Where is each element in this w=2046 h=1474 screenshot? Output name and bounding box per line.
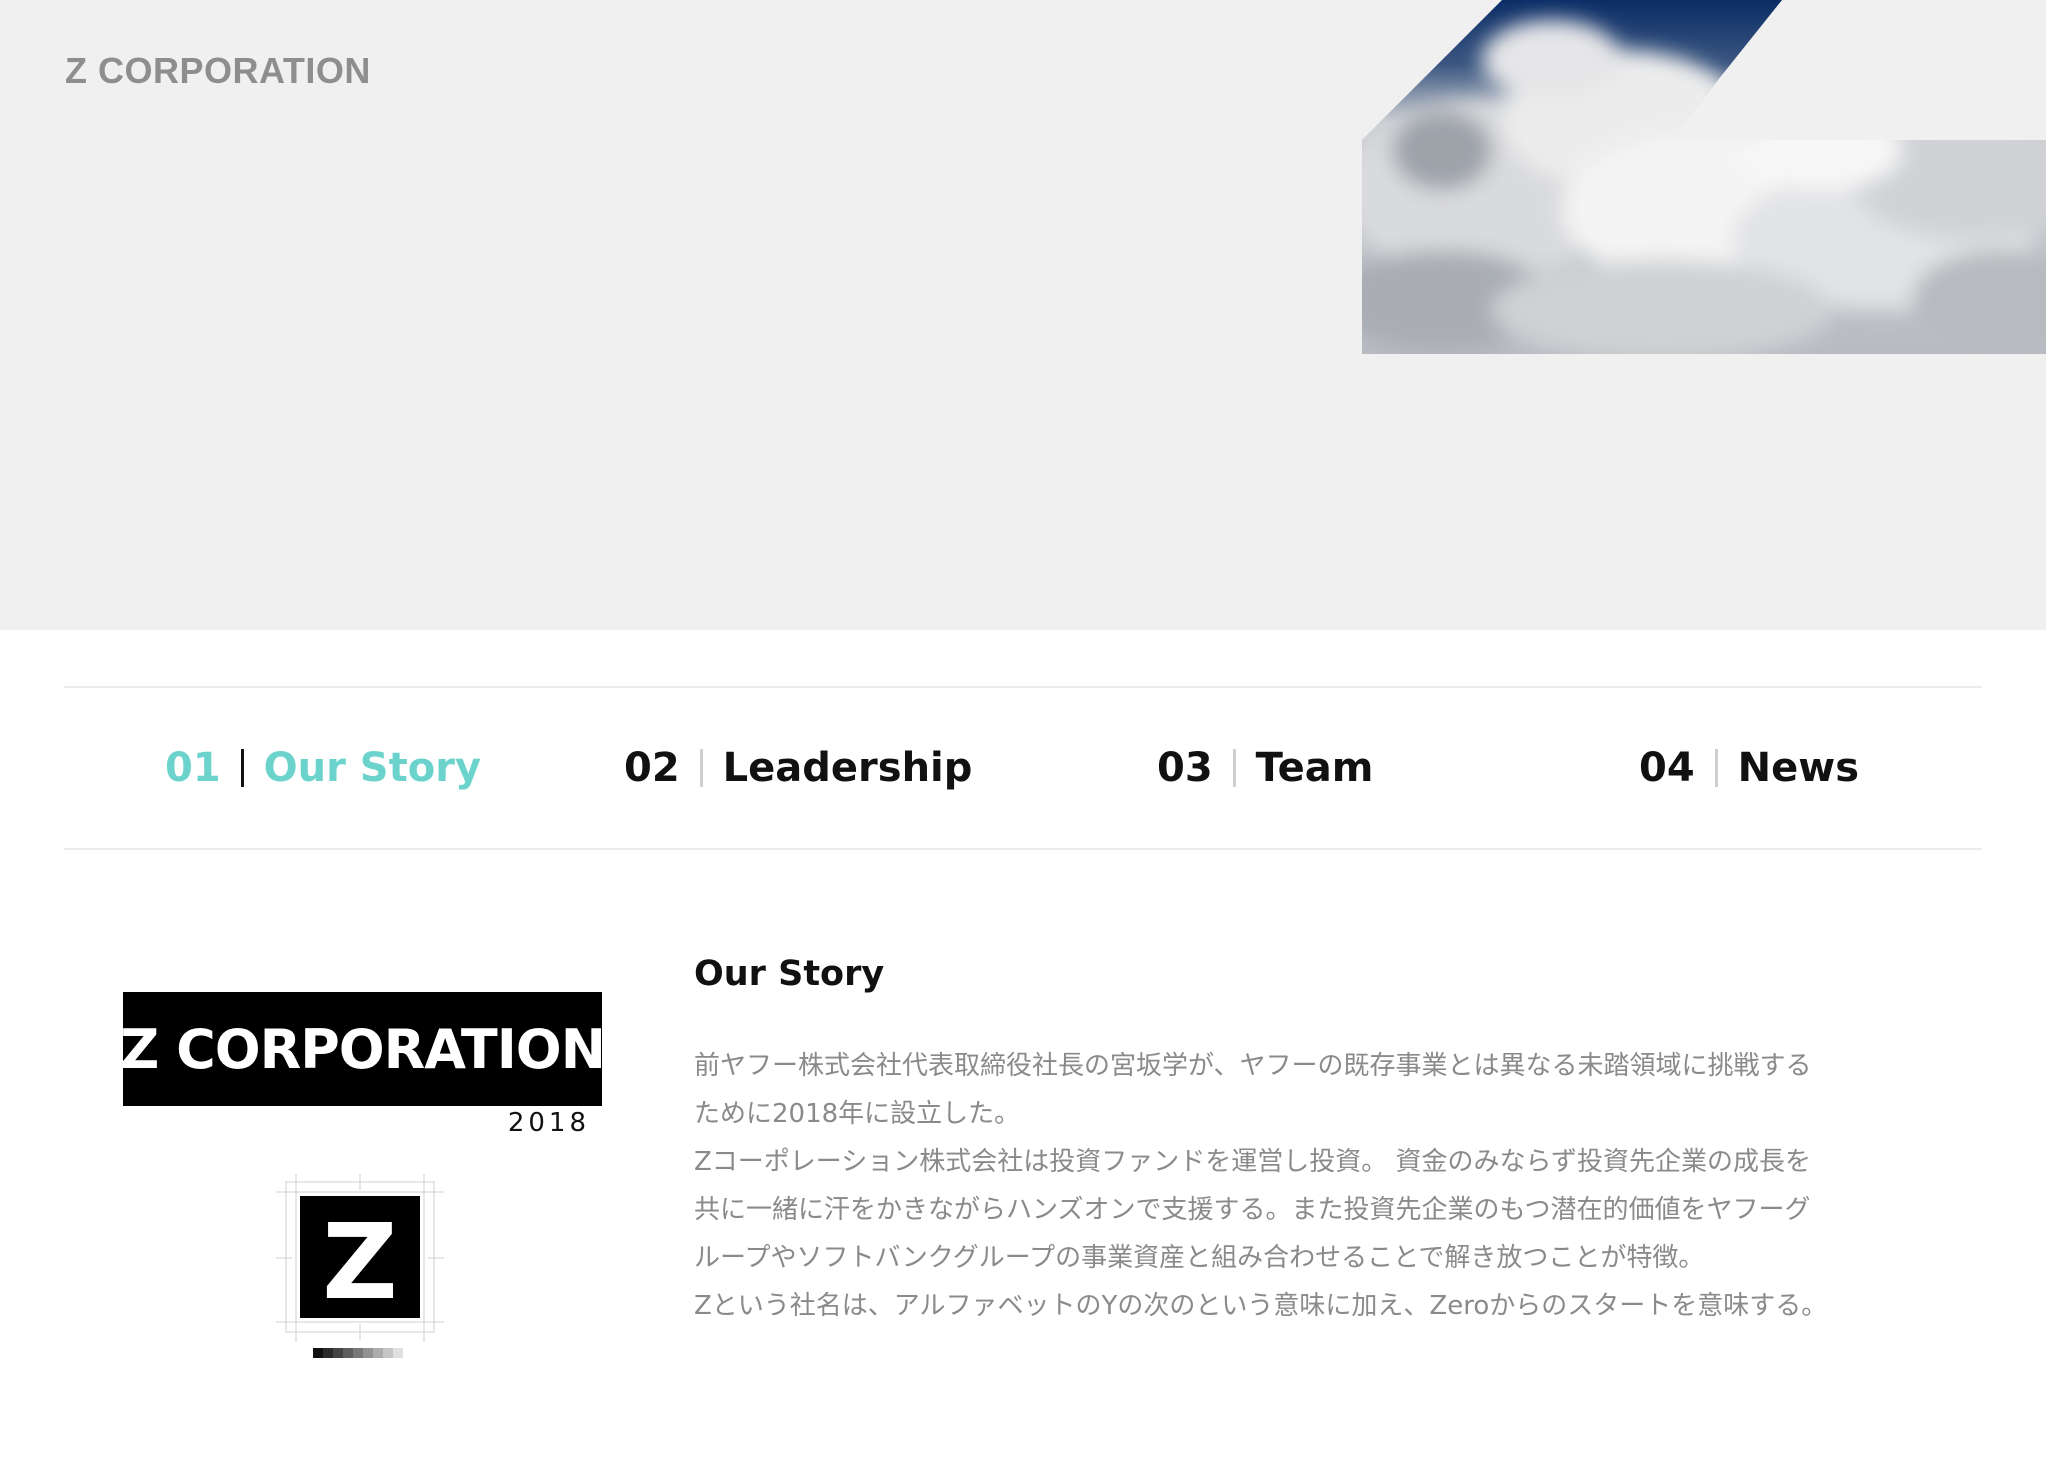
tab-number: 04: [1639, 745, 1695, 791]
story-line: Zという社名は、アルファベットのYの次のという意味に加え、Zeroからのスタート…: [694, 1291, 1828, 1321]
tab-divider: [240, 749, 244, 787]
tab-our-story[interactable]: 01 Our Story: [165, 688, 481, 848]
tab-divider: [1714, 749, 1718, 787]
tab-label: Our Story: [263, 745, 482, 791]
story-line: ために2018年に設立した。: [694, 1099, 1021, 1129]
tab-number: 02: [624, 745, 680, 791]
brand-logo-text[interactable]: Z CORPORATION: [65, 50, 371, 92]
z-logo-mark-icon: Z: [272, 1170, 448, 1366]
story-text: 前ヤフー株式会社代表取締役社長の宮坂学が、ヤフーの既存事業とは異なる未踏領域に挑…: [694, 1042, 1924, 1330]
tab-number: 01: [165, 745, 221, 791]
section-tabs: 01 Our Story 02 Leadership 03 Team 04 Ne…: [64, 686, 1982, 850]
story-line: Zコーポレーション株式会社は投資ファンドを運営し投資。 資金のみならず投資先企業…: [694, 1147, 1812, 1177]
story-heading: Our Story: [694, 954, 885, 994]
tab-leadership[interactable]: 02 Leadership: [624, 688, 972, 848]
tab-number: 03: [1157, 745, 1213, 791]
story-line: 共に一緒に汗をかきながらハンズオンで支援する。また投資先企業のもつ潜在的価値をヤ…: [694, 1195, 1811, 1225]
tab-news[interactable]: 04 News: [1639, 688, 1859, 848]
story-line: 前ヤフー株式会社代表取締役社長の宮坂学が、ヤフーの既存事業とは異なる未踏領域に挑…: [694, 1051, 1812, 1081]
sky-image: [1362, 0, 2046, 354]
tab-divider: [1232, 749, 1236, 787]
tab-label: News: [1737, 745, 1860, 791]
z-mark-letter: Z: [322, 1201, 397, 1323]
story-line: ループやソフトバンクグループの事業資産と組み合わせることで解き放つことが特徴。: [694, 1243, 1705, 1273]
tab-team[interactable]: 03 Team: [1157, 688, 1373, 848]
tab-label: Leadership: [722, 745, 973, 791]
hero-banner: Z CORPORATION: [0, 0, 2046, 630]
logo-year: 2018: [507, 1108, 590, 1138]
tab-divider: [699, 749, 703, 787]
company-logo-wordmark: Z CORPORATION: [123, 992, 602, 1106]
tab-label: Team: [1255, 745, 1374, 791]
